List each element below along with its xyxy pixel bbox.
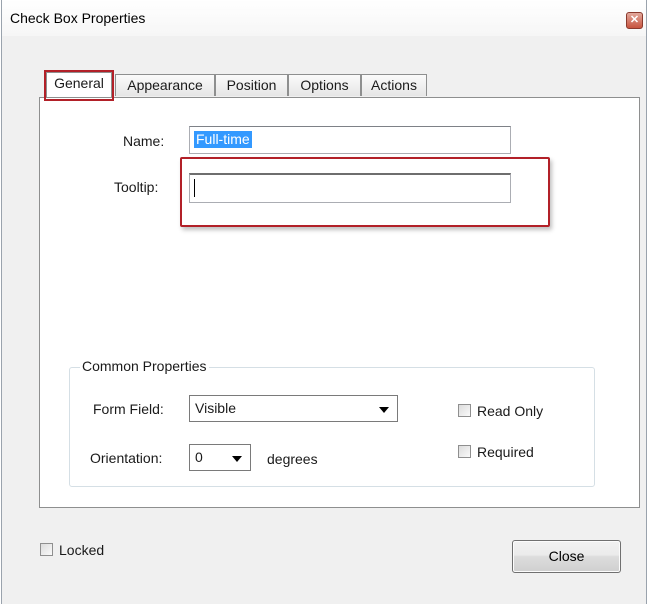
window-close-icon[interactable]: ✕ — [626, 12, 643, 29]
tooltip-input[interactable] — [189, 173, 511, 203]
required-label[interactable]: Required — [477, 444, 534, 460]
locked-label[interactable]: Locked — [59, 542, 104, 558]
text-caret — [194, 179, 195, 197]
required-checkbox[interactable] — [458, 445, 471, 458]
orientation-label: Orientation: — [90, 450, 163, 466]
chevron-down-icon — [379, 407, 389, 413]
tab-appearance[interactable]: Appearance — [115, 74, 215, 96]
form-field-select[interactable]: Visible — [189, 395, 398, 422]
title-bar[interactable]: Check Box Properties ✕ — [2, 0, 646, 36]
locked-checkbox[interactable] — [40, 543, 53, 556]
name-input[interactable]: Full-time — [189, 126, 511, 154]
close-button[interactable]: Close — [512, 540, 621, 573]
tab-general-label: General — [54, 75, 104, 91]
common-properties-group — [69, 367, 595, 487]
tab-options-label: Options — [300, 77, 349, 93]
tooltip-label: Tooltip: — [114, 179, 159, 195]
tab-actions[interactable]: Actions — [361, 74, 427, 96]
orientation-select[interactable]: 0 — [189, 444, 251, 471]
tab-position[interactable]: Position — [215, 74, 288, 96]
read-only-label[interactable]: Read Only — [477, 403, 543, 419]
name-label: Name: — [123, 133, 165, 149]
tab-general[interactable]: General — [46, 72, 112, 97]
orientation-value: 0 — [195, 449, 203, 465]
read-only-checkbox[interactable] — [458, 404, 471, 417]
tab-options[interactable]: Options — [288, 74, 361, 96]
tab-position-label: Position — [226, 77, 277, 93]
chevron-down-icon — [232, 456, 242, 462]
degrees-label: degrees — [267, 451, 318, 467]
form-field-label: Form Field: — [93, 401, 164, 417]
name-value: Full-time — [194, 131, 252, 148]
tab-appearance-label: Appearance — [127, 77, 203, 93]
form-field-value: Visible — [195, 400, 236, 416]
tab-actions-label: Actions — [371, 77, 417, 93]
common-properties-legend: Common Properties — [80, 358, 209, 374]
dialog-title: Check Box Properties — [10, 10, 146, 26]
